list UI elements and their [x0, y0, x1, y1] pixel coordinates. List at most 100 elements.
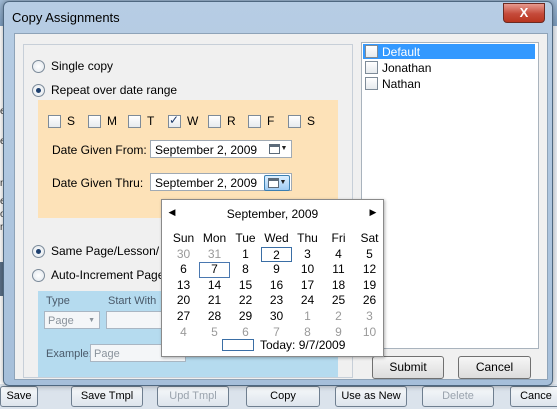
date-from-dropdown-button[interactable]: ▼ [266, 142, 290, 156]
weekday-fri[interactable]: F [248, 114, 288, 128]
calendar-day[interactable]: 11 [323, 262, 354, 278]
background-use-as-new-button[interactable]: Use as New [335, 386, 407, 407]
calendar-day[interactable]: 4 [168, 325, 199, 341]
calendar-day[interactable]: 16 [261, 278, 292, 294]
weekday-checkbox[interactable] [208, 114, 221, 128]
weekday-checkbox[interactable] [88, 114, 101, 128]
calendar-day[interactable]: 14 [199, 278, 230, 294]
single-copy-option[interactable]: Single copy [32, 59, 113, 73]
calendar-day[interactable]: 25 [323, 293, 354, 309]
weekday-thu[interactable]: R [208, 114, 248, 128]
weekday-label: M [107, 114, 117, 128]
calendar-day[interactable]: 17 [292, 278, 323, 294]
weekday-tue[interactable]: T [128, 114, 168, 128]
calendar-day-headers: Sun Mon Tue Wed Thu Fri Sat [168, 231, 385, 247]
weekday-checkbox[interactable] [168, 113, 181, 128]
background-save-button[interactable]: Save [0, 386, 38, 407]
dialog-title: Copy Assignments [12, 10, 120, 25]
calendar-week-row: 6 7 8 9 10 11 12 [168, 262, 385, 278]
calendar-week-row: 27 28 29 30 1 2 3 [168, 309, 385, 325]
calendar-day[interactable]: 27 [168, 309, 199, 325]
weekday-checkbox[interactable] [288, 114, 301, 128]
close-button[interactable]: X [503, 3, 545, 23]
calendar-month-title[interactable]: September, 2009 [162, 207, 383, 221]
type-label: Type [46, 295, 70, 307]
submit-button[interactable]: Submit [372, 356, 444, 379]
auto-increment-option[interactable]: Auto-Increment Page. [32, 268, 168, 282]
calendar-day[interactable]: 9 [261, 262, 292, 278]
calendar-day[interactable]: 3 [354, 309, 385, 325]
calendar-day[interactable]: 21 [199, 293, 230, 309]
calendar-day[interactable]: 10 [354, 325, 385, 341]
weekday-mon[interactable]: M [88, 114, 128, 128]
user-checkbox[interactable] [365, 45, 378, 58]
weekday-checkbox[interactable] [48, 114, 61, 128]
date-from-picker[interactable]: September 2, 2009 ▼ [150, 140, 292, 158]
calendar-header: ◀ September, 2009 ▶ [162, 207, 383, 221]
calendar-day-header: Mon [202, 231, 227, 245]
calendar-day[interactable]: 10 [292, 262, 323, 278]
calendar-day[interactable]: 13 [168, 278, 199, 294]
same-page-option[interactable]: Same Page/Lesson/ [32, 244, 159, 258]
chevron-down-icon: ▼ [88, 317, 95, 324]
calendar-day[interactable]: 8 [230, 262, 261, 278]
calendar-day[interactable]: 28 [199, 309, 230, 325]
date-thru-picker[interactable]: September 2, 2009 ▼ [150, 173, 292, 191]
calendar-day[interactable]: 1 [230, 247, 261, 263]
single-copy-radio[interactable] [32, 59, 45, 73]
background-delete-button: Delete [422, 386, 494, 407]
cancel-button[interactable]: Cancel [458, 356, 531, 379]
calendar-day[interactable]: 7 [199, 262, 230, 278]
same-page-radio[interactable] [32, 244, 45, 258]
calendar-day[interactable]: 1 [292, 309, 323, 325]
list-item-default[interactable]: Default [363, 44, 535, 59]
weekday-checkbox[interactable] [248, 114, 261, 128]
calendar-day[interactable]: 12 [354, 262, 385, 278]
weekday-wed[interactable]: W [168, 113, 208, 128]
date-from-label: Date Given From: [52, 143, 147, 157]
calendar-day[interactable]: 30 [261, 309, 292, 325]
calendar-day[interactable]: 6 [168, 262, 199, 278]
date-thru-dropdown-button[interactable]: ▼ [264, 175, 290, 191]
calendar-day[interactable]: 23 [261, 293, 292, 309]
calendar-day[interactable]: 3 [292, 247, 323, 263]
next-month-icon[interactable]: ▶ [366, 207, 380, 218]
calendar-day[interactable]: 31 [199, 247, 230, 263]
user-name: Nathan [382, 76, 421, 91]
today-label[interactable]: Today: 9/7/2009 [260, 338, 345, 352]
calendar-day[interactable]: 26 [354, 293, 385, 309]
calendar-day[interactable]: 2 [323, 309, 354, 325]
calendar-day-header: Sat [360, 231, 379, 245]
calendar-day[interactable]: 19 [354, 278, 385, 294]
calendar-day[interactable]: 22 [230, 293, 261, 309]
calendar-day-header: Fri [331, 231, 346, 245]
repeat-range-option[interactable]: Repeat over date range [32, 83, 177, 97]
calendar-day[interactable]: 29 [230, 309, 261, 325]
calendar-day[interactable]: 18 [323, 278, 354, 294]
calendar-day[interactable]: 30 [168, 247, 199, 263]
weekday-sun[interactable]: S [48, 114, 88, 128]
weekday-label: F [267, 114, 275, 128]
repeat-range-radio[interactable] [32, 83, 45, 97]
auto-increment-radio[interactable] [32, 268, 45, 282]
chevron-down-icon: ▼ [279, 179, 287, 186]
background-copy-button[interactable]: Copy [246, 386, 320, 407]
calendar-day[interactable]: 2 [261, 246, 292, 263]
list-item-jonathan[interactable]: Jonathan [363, 60, 535, 75]
weekday-checkbox[interactable] [128, 114, 141, 128]
list-item-nathan[interactable]: Nathan [363, 76, 535, 91]
calendar-day[interactable]: 15 [230, 278, 261, 294]
calendar-day[interactable]: 20 [168, 293, 199, 309]
calendar-day[interactable]: 24 [292, 293, 323, 309]
user-checkbox[interactable] [365, 61, 378, 74]
calendar-icon [268, 144, 280, 154]
background-cancel-button[interactable]: Cance [510, 386, 557, 407]
calendar-today-footer[interactable]: Today: 9/7/2009 [222, 338, 345, 352]
type-combo: Page ▼ [44, 311, 100, 329]
calendar-day[interactable]: 4 [323, 247, 354, 263]
background-save-template-button[interactable]: Save Tmpl [71, 386, 143, 407]
weekday-sat[interactable]: S [288, 114, 328, 128]
user-checkbox[interactable] [365, 77, 378, 90]
user-name: Jonathan [382, 60, 432, 75]
calendar-day[interactable]: 5 [354, 247, 385, 263]
